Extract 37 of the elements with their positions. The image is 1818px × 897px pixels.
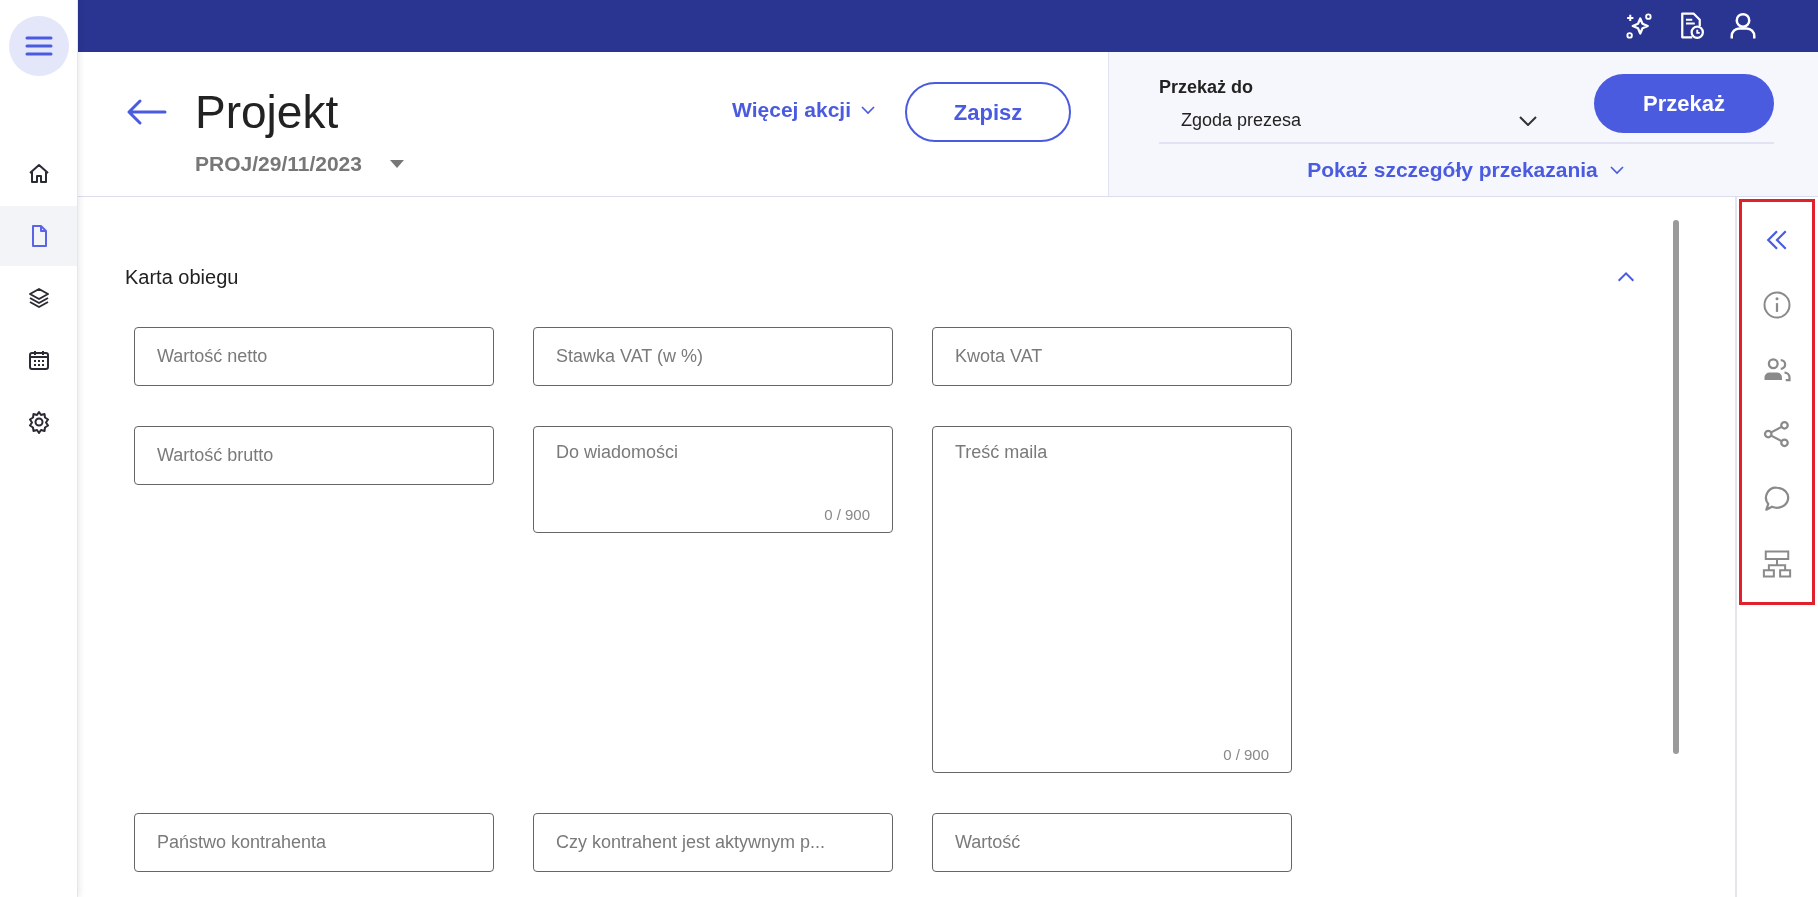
transfer-target-dropdown[interactable]: Zgoda prezesa	[1181, 107, 1537, 134]
sidebar-item[interactable]	[0, 144, 77, 204]
sparkle-icon[interactable]	[1624, 11, 1654, 41]
hierarchy-icon[interactable]	[1762, 548, 1792, 579]
menu-icon	[24, 35, 53, 57]
dropdown-arrow-icon	[389, 159, 404, 168]
input-field[interactable]: Wartość brutto	[134, 426, 494, 485]
input-field[interactable]: Kwota VAT	[932, 327, 1292, 386]
input-field[interactable]: Stawka VAT (w %)	[533, 327, 893, 386]
save-button[interactable]: Zapisz	[905, 82, 1071, 142]
more-actions-button[interactable]: Więcej akcji	[732, 94, 877, 126]
chevron-down-icon	[1519, 115, 1537, 126]
character-counter: 0 / 900	[824, 504, 870, 525]
text-area-field[interactable]: Do wiadomości 0 / 900	[533, 426, 893, 533]
input-field[interactable]: Wartość	[932, 813, 1292, 872]
document-number-dropdown[interactable]: PROJ/29/11/2023	[195, 148, 404, 180]
input-field[interactable]: Państwo kontrahenta	[134, 813, 494, 872]
back-arrow-icon[interactable]	[125, 98, 167, 126]
section-title: Karta obiegu	[125, 265, 239, 290]
input-field[interactable]: Wartość netto	[134, 327, 494, 386]
share-icon[interactable]	[1762, 419, 1792, 450]
settings-icon	[26, 410, 51, 434]
sidebar-item[interactable]	[0, 268, 77, 328]
input-field[interactable]: Czy kontrahent jest aktywnym p...	[533, 813, 893, 872]
scrollbar[interactable]	[1673, 220, 1679, 754]
layers-icon	[26, 286, 51, 310]
info-icon[interactable]	[1762, 290, 1792, 320]
transfer-label: Przekaż do	[1159, 76, 1255, 99]
transfer-details-link[interactable]: Pokaż szczegóły przekazania	[1307, 154, 1626, 186]
text-area[interactable]: Do wiadomości	[556, 441, 870, 504]
character-counter: 0 / 900	[1223, 744, 1269, 765]
text-area[interactable]: Treść maila	[955, 441, 1269, 744]
user-icon[interactable]	[1728, 11, 1758, 41]
calendar-icon	[26, 348, 51, 372]
text-area-field[interactable]: Treść maila 0 / 900	[932, 426, 1292, 773]
transfer-button[interactable]: Przekaż	[1594, 74, 1774, 133]
page-title: Projekt	[195, 85, 339, 140]
